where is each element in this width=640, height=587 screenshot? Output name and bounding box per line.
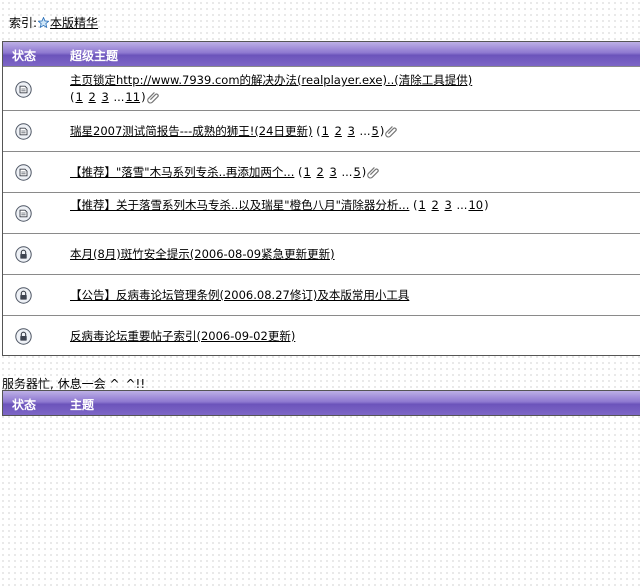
padlock-icon: [15, 246, 32, 263]
breadcrumb: 索引: 本版精华: [9, 15, 98, 31]
topic-title-link[interactable]: 反病毒论坛重要帖子索引(2006-09-02更新): [70, 329, 295, 343]
table-row: 本月(8月)斑竹安全提示(2006-08-09紧急更新更新): [3, 233, 640, 274]
topic-title-link[interactable]: 【公告】反病毒论坛管理条例(2006.08.27修订)及本版常用小工具: [70, 288, 409, 302]
topic-text: 反病毒论坛重要帖子索引(2006-09-02更新): [70, 328, 490, 345]
breadcrumb-prefix: 索引:: [9, 16, 38, 30]
column-header-status: 状态: [12, 49, 37, 63]
padlock-icon: [15, 287, 32, 304]
page-list-close: ): [379, 124, 385, 138]
page-list-open: (: [316, 124, 321, 138]
topic-text: 本月(8月)斑竹安全提示(2006-08-09紧急更新更新): [70, 246, 490, 263]
topic-title-link[interactable]: 【推荐】"落雪"木马系列专杀..再添加两个...: [70, 165, 294, 179]
page-link[interactable]: 1: [322, 124, 329, 138]
last-page-link[interactable]: 11: [125, 90, 140, 104]
topic-text: 【公告】反病毒论坛管理条例(2006.08.27修订)及本版常用小工具: [70, 287, 490, 304]
topic-title-link[interactable]: 瑞星2007测试简报告---成熟的狮王!(24日更新): [70, 124, 312, 138]
table-row: 主页锁定http://www.7939.com的解决办法(realplayer.…: [3, 66, 640, 110]
page-link[interactable]: 1: [419, 198, 426, 212]
page-list-open: (: [298, 165, 303, 179]
attachment-icon: [367, 167, 380, 179]
page-link[interactable]: 1: [76, 90, 83, 104]
topic-title-link[interactable]: 主页锁定http://www.7939.com的解决办法(realplayer.…: [70, 73, 472, 87]
page-ellipsis: ...: [341, 165, 353, 179]
topic-title-link[interactable]: 本月(8月)斑竹安全提示(2006-08-09紧急更新更新): [70, 247, 335, 261]
page-link[interactable]: 3: [444, 198, 451, 212]
last-page-link[interactable]: 5: [353, 165, 360, 179]
page-link[interactable]: 1: [304, 165, 311, 179]
page-link[interactable]: 2: [335, 124, 342, 138]
locked-doc-icon: [15, 123, 32, 140]
topic-text: 【推荐】"落雪"木马系列专杀..再添加两个... (1 2 3 ...5): [70, 164, 490, 181]
page-link[interactable]: 3: [348, 124, 355, 138]
table-row: 反病毒论坛重要帖子索引(2006-09-02更新): [3, 315, 640, 355]
column-header-status: 状态: [12, 398, 37, 412]
topic-text: 主页锁定http://www.7939.com的解决办法(realplayer.…: [70, 72, 490, 106]
page-list-close: ): [484, 198, 489, 212]
table-row: 【推荐】"落雪"木马系列专杀..再添加两个... (1 2 3 ...5): [3, 151, 640, 192]
table-header: 状态 主题: [3, 391, 640, 415]
locked-doc-icon: [15, 205, 32, 222]
page-link[interactable]: 3: [329, 165, 336, 179]
attachment-icon: [385, 126, 398, 138]
page-list-open: (: [413, 198, 418, 212]
bottom-topics-table: 状态 主题: [2, 390, 640, 416]
topic-title-link[interactable]: 【推荐】关于落雪系列木马专杀..以及瑞星"橙色八月"清除器分析...: [70, 198, 409, 212]
star-icon: [38, 17, 50, 28]
page-link[interactable]: 3: [101, 90, 108, 104]
last-page-link[interactable]: 5: [372, 124, 379, 138]
attachment-icon: [146, 92, 159, 104]
page-ellipsis: ...: [113, 90, 125, 104]
locked-doc-icon: [15, 164, 32, 181]
last-page-link[interactable]: 10: [468, 198, 483, 212]
column-header-topic: 超级主题: [70, 49, 119, 63]
topic-text: 【推荐】关于落雪系列木马专杀..以及瑞星"橙色八月"清除器分析... (1 2 …: [70, 197, 490, 214]
page-ellipsis: ...: [359, 124, 371, 138]
table-header: 状态 超级主题: [3, 42, 640, 66]
top-topics-table: 状态 超级主题 主页锁定http://www.7939.com的解决办法(rea…: [2, 41, 640, 356]
page-list-close: ): [141, 90, 146, 104]
padlock-icon: [15, 328, 32, 345]
topic-text: 瑞星2007测试简报告---成熟的狮王!(24日更新) (1 2 3 ...5): [70, 123, 490, 140]
table-row: 【公告】反病毒论坛管理条例(2006.08.27修订)及本版常用小工具: [3, 274, 640, 315]
column-header-topic: 主题: [70, 398, 95, 412]
page-link[interactable]: 2: [88, 90, 95, 104]
page-list-open: (: [70, 90, 75, 104]
table-row: 瑞星2007测试简报告---成熟的狮王!(24日更新) (1 2 3 ...5): [3, 110, 640, 151]
page-link[interactable]: 2: [317, 165, 324, 179]
table-row: 【推荐】关于落雪系列木马专杀..以及瑞星"橙色八月"清除器分析... (1 2 …: [3, 192, 640, 233]
locked-doc-icon: [15, 81, 32, 98]
page-ellipsis: ...: [456, 198, 468, 212]
page-link[interactable]: 2: [432, 198, 439, 212]
breadcrumb-link-digest[interactable]: 本版精华: [50, 16, 98, 30]
page-list-close: ): [361, 165, 367, 179]
